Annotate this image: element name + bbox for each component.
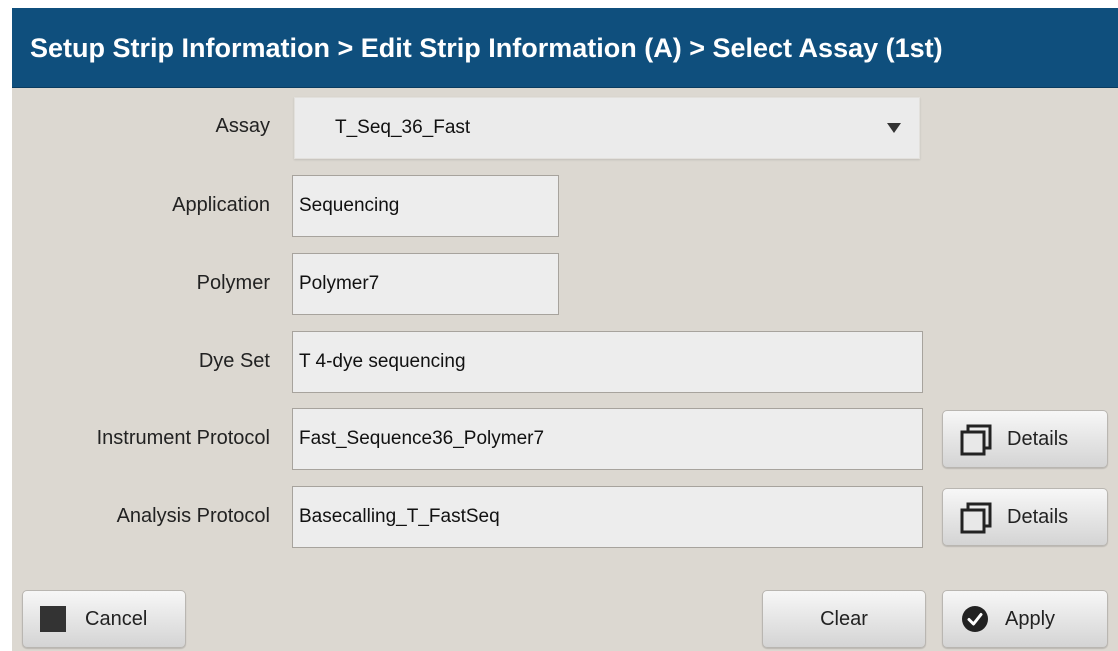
application-field: Sequencing: [292, 175, 559, 237]
instrument-protocol-label: Instrument Protocol: [96, 427, 270, 449]
instrument-protocol-field: Fast_Sequence36_Polymer7: [292, 408, 923, 470]
dropdown-arrow-icon: [887, 123, 901, 133]
title-bar: Setup Strip Information > Edit Strip Inf…: [12, 8, 1118, 88]
checkmark-circle-icon: [962, 606, 988, 632]
assay-selected-value: T_Seq_36_Fast: [335, 117, 471, 138]
cancel-button[interactable]: Cancel: [22, 590, 186, 648]
dye-set-field: T 4-dye sequencing: [292, 331, 923, 393]
apply-label: Apply: [1005, 608, 1056, 630]
assay-dropdown[interactable]: T_Seq_36_Fast: [294, 97, 920, 159]
dye-set-label: Dye Set: [198, 350, 270, 372]
assay-label: Assay: [215, 115, 270, 137]
analysis-protocol-details-button[interactable]: Details: [942, 488, 1108, 546]
polymer-field: Polymer7: [292, 253, 559, 315]
analysis-protocol-field: Basecalling_T_FastSeq: [292, 486, 923, 548]
clear-button[interactable]: Clear: [762, 590, 926, 648]
window-stack-icon: [960, 424, 992, 456]
details-label: Details: [1007, 428, 1069, 450]
breadcrumb-title: Setup Strip Information > Edit Strip Inf…: [30, 33, 943, 63]
application-label: Application: [172, 194, 270, 216]
stop-square-icon: [40, 606, 66, 632]
details-label: Details: [1007, 506, 1069, 528]
polymer-label: Polymer: [196, 272, 270, 294]
window-stack-icon: [960, 502, 992, 534]
instrument-protocol-details-button[interactable]: Details: [942, 410, 1108, 468]
analysis-protocol-label: Analysis Protocol: [116, 505, 270, 527]
clear-label: Clear: [820, 608, 868, 630]
cancel-label: Cancel: [85, 608, 148, 630]
apply-button[interactable]: Apply: [942, 590, 1108, 648]
